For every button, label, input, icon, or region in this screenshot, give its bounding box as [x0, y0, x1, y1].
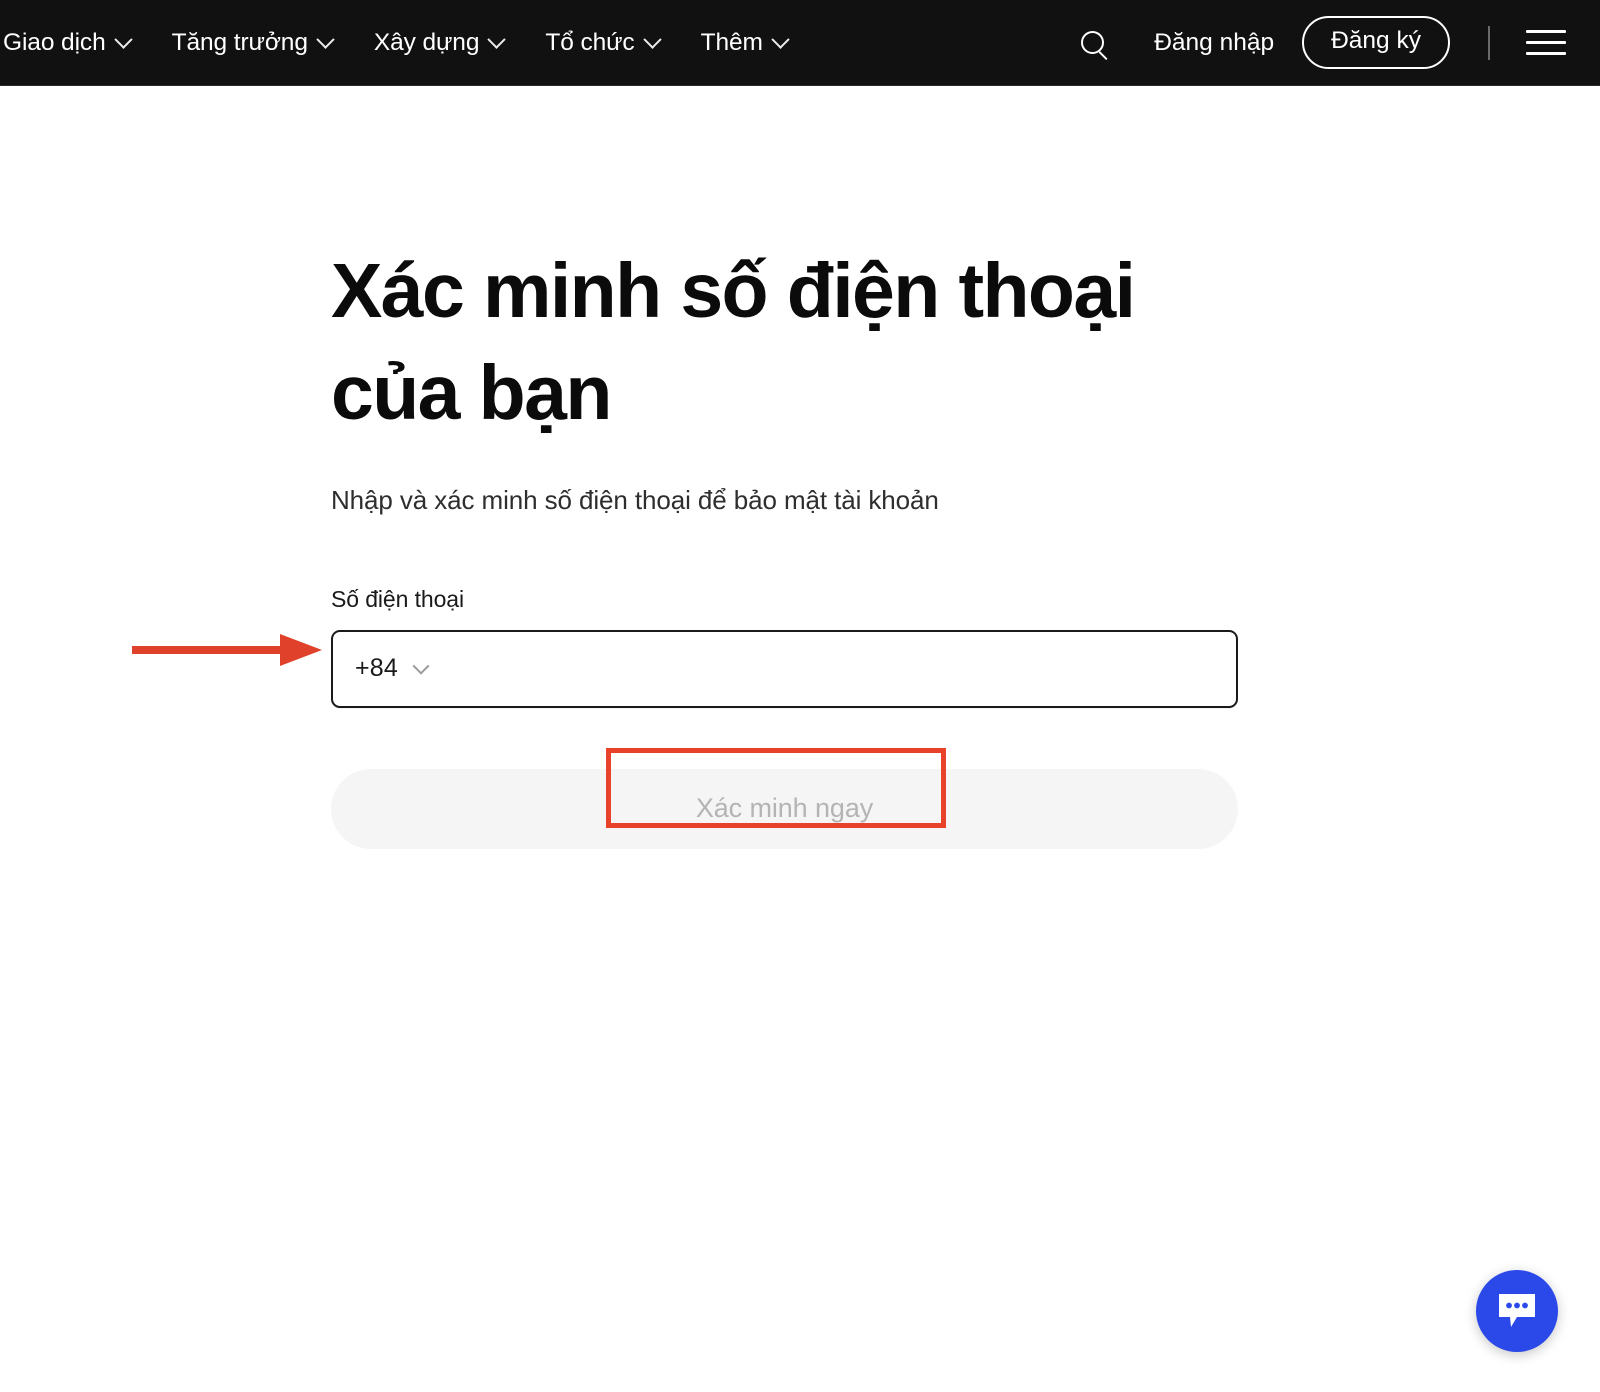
nav-item-xay-dung[interactable]: Xây dựng [353, 0, 525, 85]
search-icon [1080, 31, 1104, 54]
phone-field-label: Số điện thoại [331, 585, 464, 612]
country-code-value: +84 [355, 654, 399, 683]
primary-navigation: Giao dịch Tăng trưởng Xây dựng Tổ chức T… [0, 0, 808, 85]
header-actions: Đăng nhập Đăng ký [1066, 16, 1600, 69]
nav-item-label: Tổ chức [545, 28, 635, 56]
nav-item-them[interactable]: Thêm [680, 0, 808, 85]
hamburger-line [1526, 29, 1566, 33]
hamburger-line [1526, 52, 1566, 56]
chat-widget-button[interactable] [1476, 1270, 1558, 1352]
country-code-select[interactable]: +84 [355, 654, 430, 683]
nav-item-label: Xây dựng [373, 28, 480, 56]
nav-item-tang-truong[interactable]: Tăng trưởng [151, 0, 353, 85]
main-content: Xác minh số điện thoại của bạn Nhập và x… [331, 86, 1241, 849]
page-title: Xác minh số điện thoại của bạn [331, 248, 1136, 437]
chevron-down-icon [412, 657, 430, 675]
chevron-down-icon [316, 30, 335, 49]
chevron-down-icon [113, 30, 133, 49]
hamburger-line [1526, 40, 1566, 45]
nav-item-label: Giao dịch [3, 28, 106, 56]
page-subtitle: Nhập và xác minh số điện thoại để bảo mậ… [331, 484, 939, 515]
login-link[interactable]: Đăng nhập [1154, 29, 1274, 57]
hamburger-menu-icon[interactable] [1526, 28, 1566, 58]
nav-item-to-chuc[interactable]: Tổ chức [524, 0, 679, 85]
phone-input-field[interactable]: +84 [331, 629, 1238, 708]
header-divider [1488, 25, 1490, 60]
site-header: Giao dịch Tăng trưởng Xây dựng Tổ chức T… [0, 0, 1600, 86]
search-button[interactable] [1066, 17, 1118, 69]
signup-button[interactable]: Đăng ký [1302, 16, 1450, 69]
red-arrow-annotation [132, 634, 322, 666]
verify-now-button[interactable]: Xác minh ngay [331, 768, 1238, 849]
nav-item-label: Tăng trưởng [171, 28, 308, 56]
chevron-down-icon [642, 30, 662, 49]
nav-item-giao-dich[interactable]: Giao dịch [0, 0, 151, 85]
chevron-down-icon [487, 30, 507, 49]
chevron-down-icon [771, 30, 790, 49]
chat-bubble-icon [1499, 1294, 1535, 1327]
nav-item-label: Thêm [700, 28, 763, 56]
phone-number-input[interactable] [441, 654, 1214, 684]
verify-now-button-label: Xác minh ngay [695, 793, 874, 824]
